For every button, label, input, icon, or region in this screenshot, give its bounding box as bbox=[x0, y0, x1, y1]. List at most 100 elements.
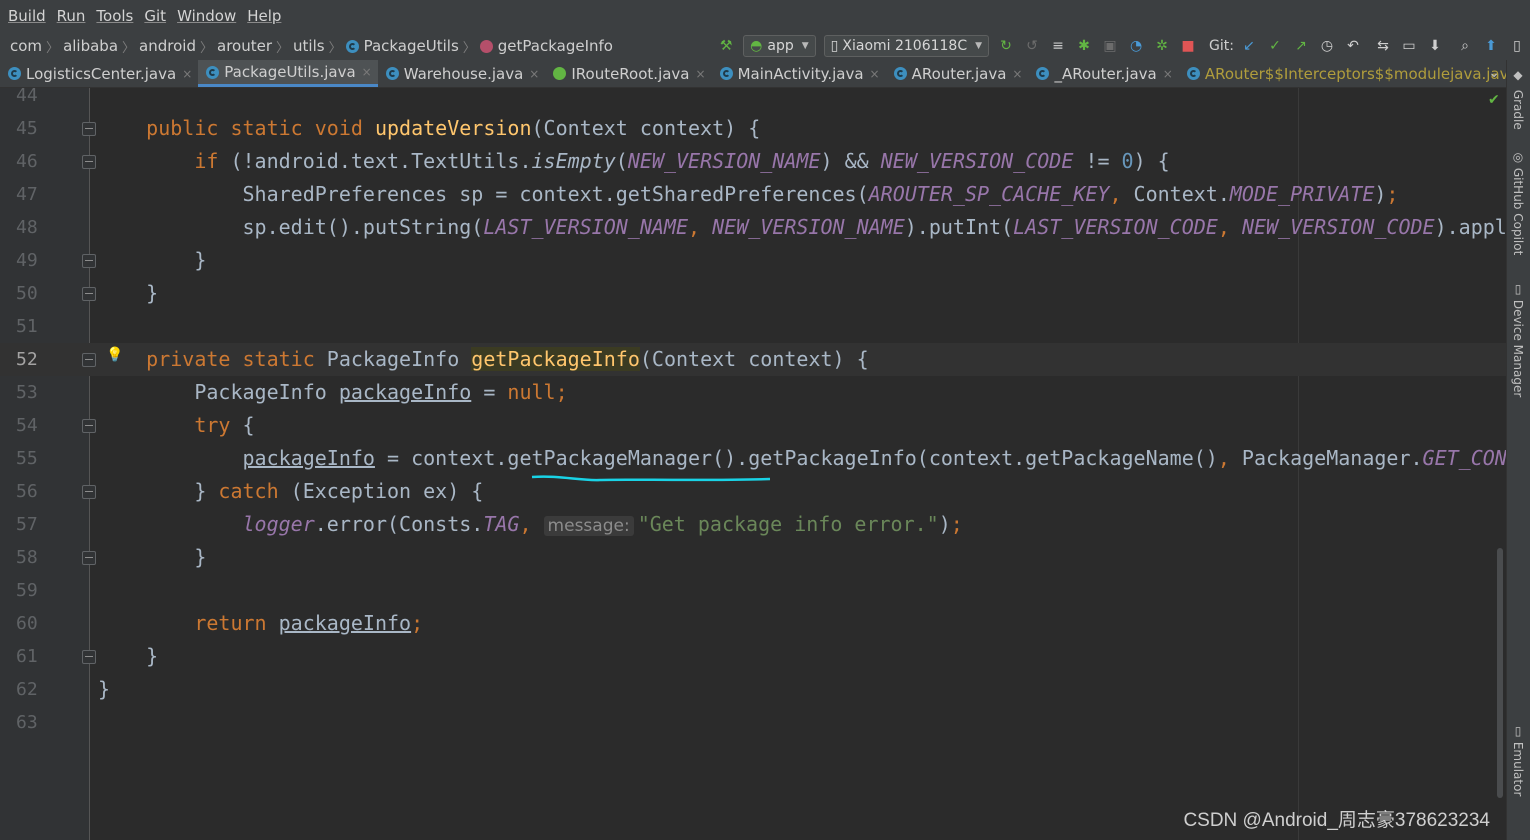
menu-window[interactable]: Window bbox=[177, 7, 236, 25]
class-icon bbox=[206, 65, 220, 79]
breadcrumb-item[interactable]: getPackageInfo bbox=[479, 37, 613, 55]
git-update-icon[interactable]: ↙ bbox=[1238, 35, 1260, 57]
tab-logisticscenter[interactable]: LogisticsCenter.java × bbox=[0, 60, 198, 87]
code-line: 47 SharedPreferences sp = context.getSha… bbox=[0, 178, 1506, 211]
tab-label: ARouter.java bbox=[911, 64, 1007, 83]
close-icon[interactable]: × bbox=[870, 67, 880, 81]
menu-tools[interactable]: Tools bbox=[96, 7, 133, 25]
android-icon: ◓ bbox=[750, 38, 763, 54]
menu-bar: Build Run Tools Git Window Help bbox=[0, 0, 1530, 32]
tool-label: Emulator bbox=[1511, 741, 1525, 797]
breadcrumb-label: alibaba bbox=[63, 37, 119, 55]
profiler-icon[interactable]: ◔ bbox=[1125, 35, 1147, 57]
line-number: 61 bbox=[16, 646, 38, 667]
interface-icon bbox=[553, 67, 567, 80]
git-rollback-icon[interactable]: ↶ bbox=[1342, 35, 1364, 57]
code-text: PackageInfo packageInfo = null; bbox=[98, 380, 568, 404]
close-icon[interactable]: × bbox=[529, 67, 539, 81]
fold-marker-icon[interactable] bbox=[82, 353, 96, 367]
close-icon[interactable]: × bbox=[182, 67, 192, 81]
breadcrumb-item[interactable]: PackageUtils bbox=[345, 37, 459, 55]
code-line: 49 } bbox=[0, 244, 1506, 277]
tab-irouteroot[interactable]: IRouteRoot.java × bbox=[545, 60, 711, 87]
line-number: 59 bbox=[16, 580, 38, 601]
fold-marker-icon[interactable] bbox=[82, 650, 96, 664]
debug-icon[interactable]: ✱ bbox=[1073, 35, 1095, 57]
parameter-hint: message: bbox=[543, 516, 634, 536]
tool-github-copilot[interactable]: ◎ GitHub Copilot bbox=[1511, 150, 1525, 255]
gradle-sync-icon[interactable]: ⇆ bbox=[1372, 35, 1394, 57]
tab-label: Warehouse.java bbox=[403, 64, 524, 83]
gradle-icon: ◆ bbox=[1511, 68, 1525, 82]
menu-git[interactable]: Git bbox=[144, 7, 166, 25]
tool-emulator[interactable]: ▯ Emulator bbox=[1511, 724, 1525, 796]
fold-marker-icon[interactable] bbox=[82, 122, 96, 136]
breadcrumb-item[interactable]: com bbox=[10, 37, 42, 55]
apply-code-changes-icon[interactable]: ↺ bbox=[1021, 35, 1043, 57]
attach-debugger-icon[interactable]: ✲ bbox=[1151, 35, 1173, 57]
line-number: 60 bbox=[16, 613, 38, 634]
fold-marker-icon[interactable] bbox=[82, 155, 96, 169]
device-select[interactable]: ▯ Xiaomi 2106118C ▼ bbox=[823, 35, 990, 57]
chevron-down-icon[interactable]: ⌄ bbox=[1488, 65, 1500, 81]
update-icon[interactable]: ⬆ bbox=[1480, 35, 1502, 57]
git-push-icon[interactable]: ↗ bbox=[1290, 35, 1312, 57]
code-text: } catch (Exception ex) { bbox=[98, 479, 484, 503]
breadcrumb-separator-icon: 〉 bbox=[122, 40, 136, 56]
class-icon bbox=[345, 39, 359, 53]
tab-packageutils[interactable]: PackageUtils.java × bbox=[198, 60, 378, 87]
code-line: 44 bbox=[0, 88, 1506, 112]
search-icon[interactable]: ⌕ bbox=[1454, 35, 1476, 57]
git-history-icon[interactable]: ◷ bbox=[1316, 35, 1338, 57]
git-label: Git: bbox=[1209, 38, 1234, 54]
device-icon: ▯ bbox=[1511, 282, 1525, 296]
fold-marker-icon[interactable] bbox=[82, 287, 96, 301]
line-number: 53 bbox=[16, 382, 38, 403]
breadcrumb-separator-icon: 〉 bbox=[46, 40, 60, 56]
stop-icon[interactable]: ■ bbox=[1177, 35, 1199, 57]
tab-underscore-arouter[interactable]: _ARouter.java × bbox=[1028, 60, 1178, 87]
code-editor[interactable]: ✔ 44 45 public static void updateVersion… bbox=[0, 88, 1506, 840]
close-icon[interactable]: × bbox=[696, 67, 706, 81]
code-text: } bbox=[98, 545, 207, 569]
apply-changes-icon[interactable]: ↻ bbox=[995, 35, 1017, 57]
tool-label: GitHub Copilot bbox=[1511, 167, 1525, 256]
fold-marker-icon[interactable] bbox=[82, 551, 96, 565]
close-icon[interactable]: × bbox=[362, 65, 372, 79]
breadcrumb-item[interactable]: utils bbox=[293, 37, 325, 55]
git-commit-icon[interactable]: ✓ bbox=[1264, 35, 1286, 57]
code-text: try { bbox=[194, 413, 255, 437]
menu-build[interactable]: Build bbox=[8, 7, 46, 25]
account-icon[interactable]: ▯ bbox=[1506, 35, 1528, 57]
chevron-down-icon: ▼ bbox=[975, 41, 983, 51]
editor-scrollbar[interactable] bbox=[1497, 548, 1503, 798]
menu-help[interactable]: Help bbox=[247, 7, 281, 25]
tool-device-manager[interactable]: ▯ Device Manager bbox=[1511, 282, 1525, 397]
tool-gradle[interactable]: ◆ Gradle bbox=[1511, 68, 1525, 130]
breadcrumb-item[interactable]: android bbox=[139, 37, 196, 55]
fold-marker-icon[interactable] bbox=[82, 254, 96, 268]
navigation-bar: com 〉 alibaba 〉 android 〉 arouter 〉 util… bbox=[0, 32, 1530, 60]
fold-marker-icon[interactable] bbox=[82, 419, 96, 433]
breadcrumb-item[interactable]: alibaba bbox=[63, 37, 118, 55]
tab-arouter[interactable]: ARouter.java × bbox=[886, 60, 1029, 87]
sdk-manager-icon[interactable]: ⬇ bbox=[1424, 35, 1446, 57]
device-label: Xiaomi 2106118C bbox=[842, 38, 968, 54]
phone-icon: ▯ bbox=[830, 38, 839, 54]
breadcrumb-label: PackageUtils bbox=[363, 37, 459, 55]
close-icon[interactable]: × bbox=[1012, 67, 1022, 81]
tool-label: Gradle bbox=[1511, 89, 1525, 130]
tab-warehouse[interactable]: Warehouse.java × bbox=[378, 60, 546, 87]
breadcrumb-item[interactable]: arouter bbox=[217, 37, 272, 55]
device-manager-icon[interactable]: ▭ bbox=[1398, 35, 1420, 57]
close-icon[interactable]: × bbox=[1163, 67, 1173, 81]
tab-mainactivity[interactable]: MainActivity.java × bbox=[712, 60, 886, 87]
structure-icon[interactable]: ≡ bbox=[1047, 35, 1069, 57]
fold-marker-icon[interactable] bbox=[82, 485, 96, 499]
build-hammer-icon[interactable]: ⚒ bbox=[715, 35, 737, 57]
run-config-select[interactable]: ◓ app ▼ bbox=[743, 35, 816, 57]
menu-run[interactable]: Run bbox=[57, 7, 86, 25]
coverage-icon[interactable]: ▣ bbox=[1099, 35, 1121, 57]
tab-arouter-interceptors[interactable]: ARouter$$Interceptors$$modulejava.java × bbox=[1179, 60, 1506, 87]
breadcrumb-label: utils bbox=[293, 37, 325, 55]
